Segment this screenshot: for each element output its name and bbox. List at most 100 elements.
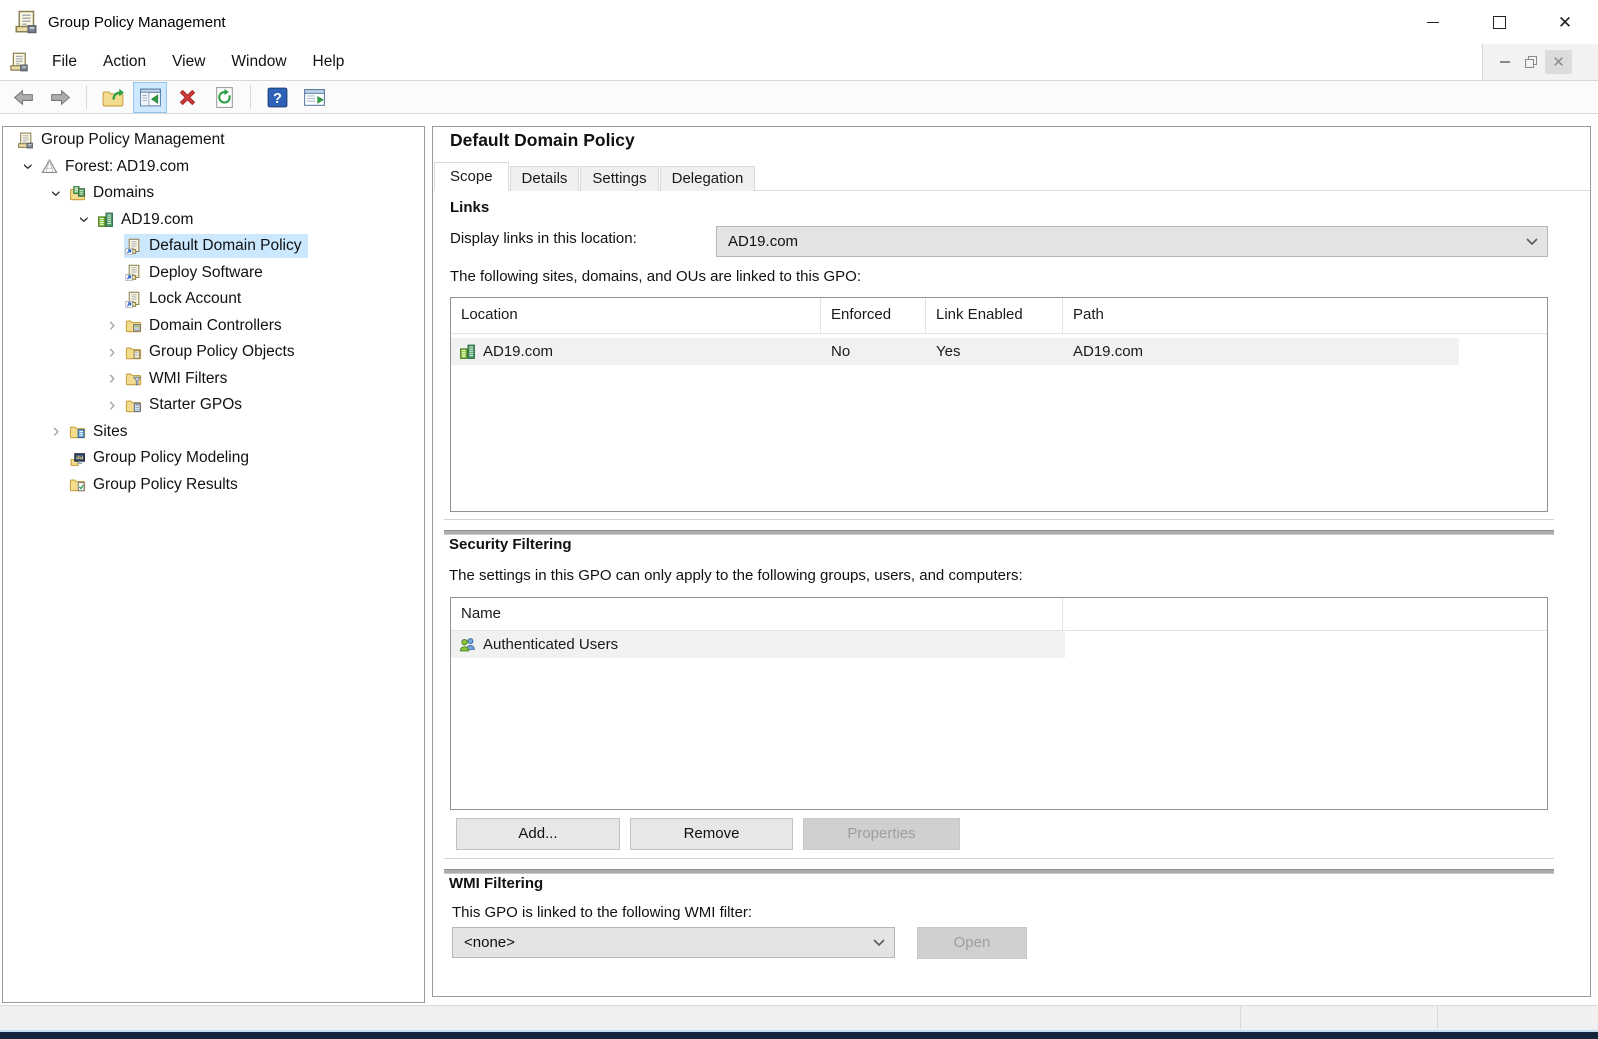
new-window-button[interactable] [297, 82, 331, 113]
link-enabled: Yes [936, 343, 961, 360]
chevron-right-icon[interactable]: › [100, 369, 124, 388]
tree-node: Forest: AD19.com [40, 155, 196, 179]
toolbar-separator [86, 85, 87, 109]
modeling-icon [69, 450, 86, 467]
tree-item-label: Group Policy Objects [149, 343, 295, 361]
delete-button[interactable] [170, 82, 204, 113]
links-caption: The following sites, domains, and OUs ar… [450, 268, 862, 285]
back-icon [11, 85, 36, 110]
tree-item-default-domain-policy[interactable]: Default Domain Policy [3, 233, 424, 260]
tree-item-label: Group Policy Results [93, 475, 238, 493]
security-row-authenticated-users[interactable]: Authenticated Users [451, 631, 1065, 658]
link-location: AD19.com [483, 343, 554, 360]
mdi-minimize-icon [1499, 61, 1510, 63]
tree-item-label: Sites [93, 422, 128, 440]
menu-window[interactable]: Window [218, 53, 299, 71]
tree-item-domain-controllers[interactable]: › Domain Controllers [3, 313, 424, 340]
minimize-button[interactable] [1400, 0, 1466, 44]
chevron-right-icon[interactable]: › [100, 316, 124, 335]
tree-item-label: Forest: AD19.com [65, 157, 190, 175]
link-row-ad19[interactable]: AD19.com No Yes AD19.com [451, 338, 1459, 365]
tree-item-label: Domains [93, 184, 155, 202]
tab-strip: Scope Details Settings Delegation [434, 162, 756, 191]
section-splitter[interactable] [444, 858, 1554, 875]
forward-icon [48, 85, 73, 110]
tree-item-label: Domain Controllers [149, 316, 282, 334]
gpo-link-icon [125, 238, 142, 255]
folder-starter-icon [125, 397, 142, 414]
mdi-restore-button[interactable] [1518, 50, 1545, 74]
mdi-window-controls: ✕ [1482, 44, 1598, 80]
tree-item-group-policy-modeling[interactable]: Group Policy Modeling [3, 445, 424, 472]
app-icon [14, 10, 38, 34]
folder-dc-icon [125, 317, 142, 334]
tree-item-lock-account[interactable]: Lock Account [3, 286, 424, 313]
help-icon: ? [265, 85, 290, 110]
tree-item-group-policy-objects[interactable]: › Group Policy Objects [3, 339, 424, 366]
tree-item-deploy-software[interactable]: Deploy Software [3, 260, 424, 287]
menu-help[interactable]: Help [300, 53, 358, 71]
maximize-button[interactable] [1466, 0, 1532, 44]
toggle-console-tree-button[interactable] [133, 81, 167, 113]
tree-node: AD19.com [96, 208, 200, 232]
tree-node: Group Policy Results [68, 473, 245, 497]
tab-settings[interactable]: Settings [580, 166, 659, 191]
tree-item-sites[interactable]: › Sites [3, 419, 424, 446]
close-button[interactable]: ✕ [1532, 0, 1598, 44]
column-header-location[interactable]: Location [451, 298, 821, 333]
chevron-right-icon[interactable]: › [44, 422, 68, 441]
add-button[interactable]: Add... [456, 818, 620, 850]
column-header-enforced[interactable]: Enforced [821, 298, 926, 333]
content-panel: Default Domain Policy Scope Details Sett… [432, 126, 1591, 997]
section-splitter[interactable] [444, 519, 1554, 536]
chevron-right-icon[interactable]: › [100, 396, 124, 415]
tree-item-ad19-com[interactable]: › AD19.com [3, 207, 424, 234]
tree-item-domains[interactable]: › Domains [3, 180, 424, 207]
tab-delegation[interactable]: Delegation [659, 166, 756, 191]
tab-scope[interactable]: Scope [434, 162, 509, 191]
tree-node: Starter GPOs [124, 393, 249, 417]
mdi-restore-icon [1525, 55, 1537, 68]
column-header-link-enabled[interactable]: Link Enabled [926, 298, 1063, 333]
menu-file[interactable]: File [39, 53, 90, 71]
tree-item-group-policy-results[interactable]: Group Policy Results [3, 472, 424, 499]
help-button[interactable]: ? [260, 82, 294, 113]
tree-item-group-policy-management[interactable]: Group Policy Management [3, 127, 424, 154]
location-dropdown[interactable]: AD19.com [716, 226, 1548, 257]
menu-action[interactable]: Action [90, 53, 159, 71]
tree-item-forest-ad19-com[interactable]: › Forest: AD19.com [3, 154, 424, 181]
tree-node: Domains [68, 181, 161, 205]
tree-item-label: Lock Account [149, 290, 242, 308]
mdi-close-icon: ✕ [1552, 54, 1565, 71]
tree-item-label: Deploy Software [149, 263, 263, 281]
svg-text:?: ? [273, 91, 282, 107]
mdi-minimize-button[interactable] [1491, 50, 1518, 74]
security-filtering-heading: Security Filtering [449, 536, 572, 553]
forward-button[interactable] [43, 82, 77, 113]
menu-view[interactable]: View [159, 53, 218, 71]
tree-item-starter-gpos[interactable]: › Starter GPOs [3, 392, 424, 419]
chevron-down-icon[interactable]: › [16, 157, 40, 176]
column-header-name[interactable]: Name [451, 598, 1063, 630]
back-button[interactable] [6, 82, 40, 113]
mdi-close-button[interactable]: ✕ [1545, 50, 1572, 74]
gpo-title: Default Domain Policy [450, 130, 635, 150]
title-bar: Group Policy Management ✕ [0, 0, 1598, 45]
export-list-button[interactable] [96, 82, 130, 113]
menu-bar: File Action View Window Help ✕ [0, 44, 1598, 81]
chevron-down-icon[interactable]: › [72, 210, 96, 229]
status-separator [1240, 1006, 1241, 1029]
links-heading: Links [450, 199, 490, 216]
wmi-filter-dropdown[interactable]: <none> [452, 927, 895, 958]
menu-items: File Action View Window Help [39, 53, 357, 71]
tree-item-wmi-filters[interactable]: › WMI Filters [3, 366, 424, 393]
users-icon [459, 636, 476, 653]
column-header-path[interactable]: Path [1063, 298, 1547, 333]
tab-details[interactable]: Details [509, 166, 580, 191]
wmi-filtering-heading: WMI Filtering [449, 875, 544, 892]
remove-button[interactable]: Remove [630, 818, 793, 850]
chevron-right-icon[interactable]: › [100, 343, 124, 362]
location-dropdown-value: AD19.com [728, 233, 799, 250]
refresh-button[interactable] [207, 82, 241, 113]
chevron-down-icon[interactable]: › [44, 184, 68, 203]
